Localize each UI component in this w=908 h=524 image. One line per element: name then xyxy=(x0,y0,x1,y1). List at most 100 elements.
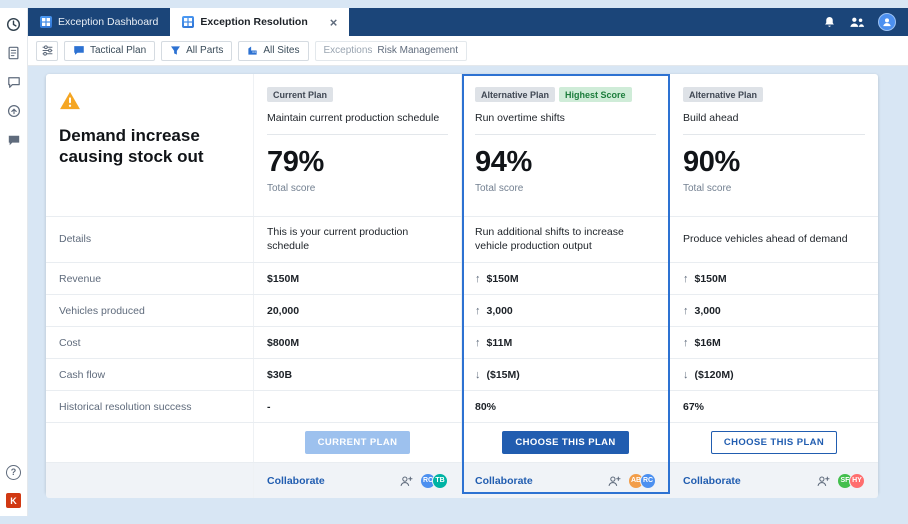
row-label: Revenue xyxy=(46,263,254,294)
vehicles-row: Vehicles produced 20,000 ↑3,000 ↑3,000 xyxy=(46,294,878,326)
collaborate-link[interactable]: Collaborate xyxy=(683,475,741,487)
cost-row: Cost $800M ↑$11M ↑$16M xyxy=(46,326,878,358)
highest-score-badge: Highest Score xyxy=(559,87,632,102)
comment-icon[interactable] xyxy=(6,132,22,148)
close-icon[interactable]: × xyxy=(330,16,338,29)
divider xyxy=(683,134,865,135)
metric-cell: ↑3,000 xyxy=(670,295,878,326)
chat-icon[interactable] xyxy=(6,74,22,90)
plan-details: Run additional shifts to increase vehicl… xyxy=(462,217,670,262)
plan-score: 90% xyxy=(683,146,740,179)
circle-arrow-icon[interactable] xyxy=(6,103,22,119)
help-glyph: ? xyxy=(6,465,21,480)
metric-cell: ↓($15M) xyxy=(462,359,670,390)
add-person-icon[interactable] xyxy=(607,475,621,487)
filter-label: All Parts xyxy=(186,45,223,56)
tab-exception-resolution[interactable]: Exception Resolution × xyxy=(170,8,349,36)
breadcrumb-page: Risk Management xyxy=(377,45,458,56)
plan-header-alt2: Alternative Plan Build ahead 90% Total s… xyxy=(670,74,878,216)
avatar[interactable]: HY xyxy=(849,473,865,489)
left-icon-rail: ? K xyxy=(0,8,28,516)
metric-cell: ↑ $150M xyxy=(462,263,670,294)
avatar[interactable]: TB xyxy=(432,473,448,489)
metric-cell: 80% xyxy=(462,391,670,422)
add-person-icon[interactable] xyxy=(816,475,830,487)
cash-flow-row: Cash flow $30B ↓($15M) ↓($120M) xyxy=(46,358,878,390)
metric-value: - xyxy=(267,401,271,413)
funnel-icon xyxy=(170,45,181,56)
app-icon xyxy=(182,16,194,28)
row-label: Cash flow xyxy=(46,359,254,390)
empty-cell xyxy=(46,463,254,498)
metric-value: 3,000 xyxy=(695,305,721,317)
plan-details: This is your current production schedule xyxy=(254,217,462,262)
historical-row: Historical resolution success - 80% 67% xyxy=(46,390,878,422)
plan-name: Maintain current production schedule xyxy=(267,112,439,125)
details-row: Details This is your current production … xyxy=(46,216,878,262)
plan-badge: Alternative Plan xyxy=(475,87,555,102)
plan-name: Build ahead xyxy=(683,112,738,125)
history-icon[interactable] xyxy=(6,16,22,32)
score-caption: Total score xyxy=(683,183,731,194)
trend-up-icon: ↑ xyxy=(475,273,481,285)
metric-cell: ↑$11M xyxy=(462,327,670,358)
filter-settings-button[interactable] xyxy=(36,41,58,61)
header-row: Demand increase causing stock out Curren… xyxy=(46,74,878,216)
metric-value: $30B xyxy=(267,369,292,381)
all-sites-filter-button[interactable]: All Sites xyxy=(238,41,308,61)
metric-value: $150M xyxy=(487,273,519,285)
divider xyxy=(475,134,656,135)
filter-label: All Sites xyxy=(263,45,299,56)
k-brand-badge[interactable]: K xyxy=(6,493,21,508)
app-icon xyxy=(40,16,52,28)
sites-icon xyxy=(247,45,258,56)
avatar[interactable]: RC xyxy=(640,473,656,489)
collaborate-cell: Collaborate SF HY xyxy=(670,463,878,498)
main-area: Exception Dashboard Exception Resolution… xyxy=(28,8,908,516)
metric-cell: 67% xyxy=(670,391,878,422)
metric-cell: ↑$16M xyxy=(670,327,878,358)
add-person-icon[interactable] xyxy=(399,475,413,487)
metric-cell: $800M xyxy=(254,327,462,358)
content-area: Demand increase causing stock out Curren… xyxy=(28,66,908,516)
metric-value: $150M xyxy=(267,273,299,285)
metric-cell: ↑ $150M xyxy=(670,263,878,294)
plan-score: 79% xyxy=(267,146,324,179)
warning-icon xyxy=(59,91,81,115)
row-label: Details xyxy=(46,217,254,262)
metric-value: 80% xyxy=(475,401,496,413)
collaborate-link[interactable]: Collaborate xyxy=(475,475,533,487)
metric-cell: $30B xyxy=(254,359,462,390)
trend-up-icon: ↑ xyxy=(475,337,481,349)
plan-header-alt1: Alternative Plan Highest Score Run overt… xyxy=(462,74,670,216)
plan-badge: Current Plan xyxy=(267,87,333,102)
people-icon[interactable] xyxy=(849,16,865,28)
filter-toolbar: Tactical Plan All Parts All Sites Except… xyxy=(28,36,908,66)
choose-plan-button-alt2[interactable]: CHOOSE THIS PLAN xyxy=(711,431,837,454)
metric-value: $16M xyxy=(695,337,721,349)
metric-cell: ↓($120M) xyxy=(670,359,878,390)
actions-row: CURRENT PLAN CHOOSE THIS PLAN CHOOSE THI… xyxy=(46,422,878,462)
current-plan-button[interactable]: CURRENT PLAN xyxy=(305,431,411,454)
user-avatar[interactable] xyxy=(878,13,896,31)
collaborate-link[interactable]: Collaborate xyxy=(267,475,325,487)
breadcrumb-section: Exceptions xyxy=(324,45,373,56)
breadcrumb: Exceptions Risk Management xyxy=(315,41,468,61)
metric-cell: $150M xyxy=(254,263,462,294)
document-icon[interactable] xyxy=(6,45,22,61)
help-icon[interactable]: ? xyxy=(6,464,22,480)
metric-value: $150M xyxy=(695,273,727,285)
exception-title: Demand increase causing stock out xyxy=(59,125,240,168)
metric-cell: - xyxy=(254,391,462,422)
plan-name: Run overtime shifts xyxy=(475,112,565,125)
choose-plan-button-alt1[interactable]: CHOOSE THIS PLAN xyxy=(502,431,628,454)
tab-exception-dashboard[interactable]: Exception Dashboard xyxy=(28,8,170,36)
plan-header-current: Current Plan Maintain current production… xyxy=(254,74,462,216)
tab-label: Exception Dashboard xyxy=(58,16,158,28)
trend-up-icon: ↑ xyxy=(683,273,689,285)
collaborate-row: Collaborate RC TB Collaborate xyxy=(46,462,878,498)
notifications-bell-icon[interactable] xyxy=(823,15,836,29)
collaborate-cell: Collaborate AB RC xyxy=(462,463,670,498)
tactical-plan-filter-button[interactable]: Tactical Plan xyxy=(64,41,155,61)
all-parts-filter-button[interactable]: All Parts xyxy=(161,41,232,61)
